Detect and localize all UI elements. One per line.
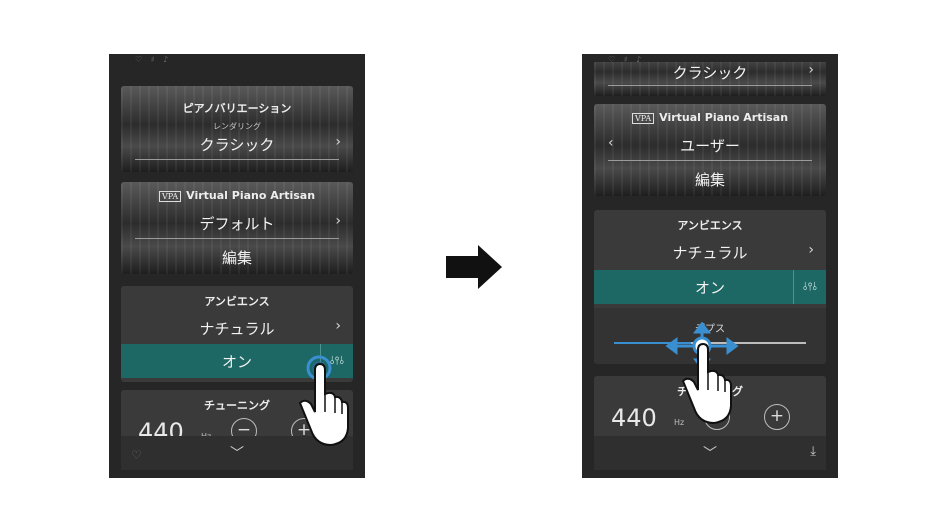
- vpa-header: VPA Virtual Piano Artisan: [121, 189, 353, 202]
- heart-icon[interactable]: ♡: [131, 448, 142, 462]
- piano-variation-value[interactable]: クラシック: [594, 62, 826, 83]
- piano-variation-card[interactable]: クラシック ›: [594, 62, 826, 96]
- rendering-subtitle: レンダリング: [213, 122, 261, 131]
- chevron-right-icon[interactable]: ›: [335, 213, 341, 229]
- piano-variation-title: ピアノバリエーション: [182, 102, 292, 115]
- value-underline: [135, 159, 339, 160]
- download-icon[interactable]: ⤓: [810, 444, 816, 459]
- vpa-title: Virtual Piano Artisan: [659, 111, 789, 124]
- vpa-value[interactable]: ユーザー: [594, 135, 826, 156]
- vpa-edit-button[interactable]: 編集: [594, 169, 826, 190]
- chevron-down-icon[interactable]: ﹀: [703, 443, 717, 463]
- ambience-toggle[interactable]: オン ⫰⫯⫰: [594, 270, 826, 304]
- bottom-bar: ﹀ ⤓: [594, 436, 826, 470]
- tuning-value: 440: [138, 418, 184, 436]
- vpa-title: Virtual Piano Artisan: [186, 189, 316, 202]
- chevron-right-icon[interactable]: ›: [335, 134, 341, 150]
- piano-variation-card[interactable]: ピアノバリエーション レンダリング クラシック ›: [121, 86, 353, 172]
- drag-hand-icon: [665, 322, 739, 425]
- piano-variation-value[interactable]: クラシック: [121, 134, 353, 155]
- next-step-arrow-icon: [446, 245, 502, 289]
- vpa-value[interactable]: デフォルト: [121, 213, 353, 234]
- ambience-value[interactable]: ナチュラル: [121, 318, 353, 339]
- ambience-title: アンビエンス: [204, 295, 270, 308]
- phone-screen-after: ♡ ♯ ♪ クラシック › VPA Virtual Piano Artisan ‹…: [582, 54, 838, 478]
- tuning-minus-button[interactable]: −: [231, 418, 257, 436]
- vpa-card[interactable]: VPA Virtual Piano Artisan デフォルト › 編集: [121, 182, 353, 274]
- sliders-icon[interactable]: ⫰⫯⫰: [794, 280, 826, 294]
- phone-screen-before: ♡ ♯ ♪ ピアノバリエーション レンダリング クラシック › VPA Virtu…: [109, 54, 365, 478]
- chevron-down-icon[interactable]: ﹀: [230, 443, 244, 463]
- value-underline: [608, 160, 812, 161]
- tap-hand-icon: [298, 355, 349, 447]
- chevron-right-icon[interactable]: ›: [808, 62, 814, 78]
- value-underline: [608, 85, 812, 86]
- chevron-right-icon[interactable]: ›: [335, 318, 341, 334]
- vpa-header: VPA Virtual Piano Artisan: [594, 111, 826, 124]
- chevron-right-icon[interactable]: ›: [808, 242, 814, 258]
- vpa-badge: VPA: [158, 191, 182, 202]
- tuning-plus-button[interactable]: +: [764, 404, 790, 430]
- vpa-edit-button[interactable]: 編集: [121, 247, 353, 268]
- ambience-value[interactable]: ナチュラル: [594, 242, 826, 263]
- instruction-figure: ♡ ♯ ♪ ピアノバリエーション レンダリング クラシック › VPA Virtu…: [0, 0, 946, 532]
- tuning-value: 440: [611, 404, 657, 432]
- value-underline: [135, 238, 339, 239]
- vpa-card[interactable]: VPA Virtual Piano Artisan ‹ ユーザー 編集: [594, 104, 826, 196]
- ambience-title: アンビエンス: [677, 219, 743, 232]
- ambience-toggle-label: オン: [694, 279, 725, 297]
- vpa-badge: VPA: [631, 113, 655, 124]
